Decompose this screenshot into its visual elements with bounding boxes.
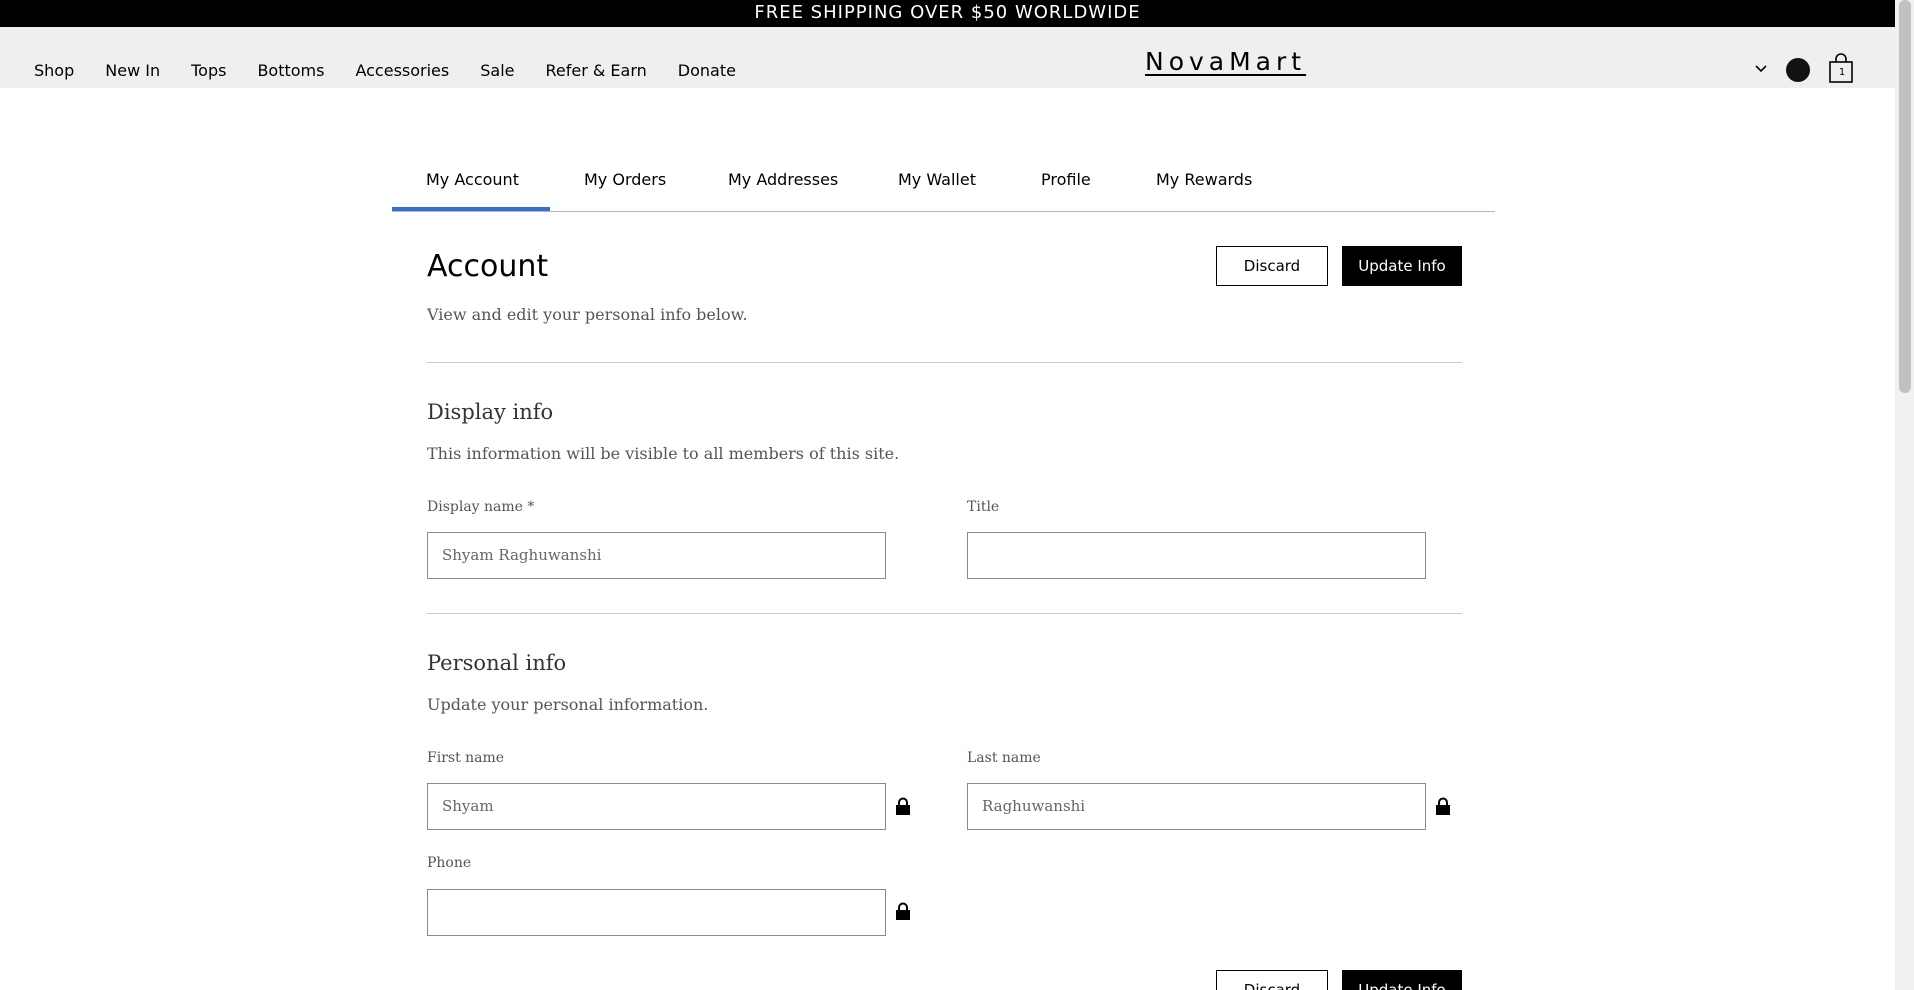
cart-count: 1 xyxy=(1838,67,1846,78)
active-tab-indicator xyxy=(392,207,550,211)
tab-my-rewards[interactable]: My Rewards xyxy=(1156,170,1252,189)
last-name-field[interactable]: Raghuwanshi xyxy=(967,783,1426,830)
discard-button-bottom[interactable]: Discard xyxy=(1216,970,1328,990)
tab-my-orders[interactable]: My Orders xyxy=(584,170,666,189)
lock-icon xyxy=(896,902,910,920)
discard-button[interactable]: Discard xyxy=(1216,246,1328,286)
nav-item-tops[interactable]: Tops xyxy=(191,61,226,81)
display-name-label: Display name * xyxy=(427,499,535,515)
phone-field[interactable] xyxy=(427,889,886,936)
tab-profile[interactable]: Profile xyxy=(1041,170,1091,189)
first-name-field[interactable]: Shyam xyxy=(427,783,886,830)
main-nav: Shop New In Tops Bottoms Accessories Sal… xyxy=(34,61,767,81)
site-header: Shop New In Tops Bottoms Accessories Sal… xyxy=(0,27,1895,88)
tab-my-wallet[interactable]: My Wallet xyxy=(898,170,976,189)
phone-label: Phone xyxy=(427,855,472,871)
section-divider xyxy=(427,362,1462,363)
personal-info-title: Personal info xyxy=(427,651,567,675)
tab-my-account[interactable]: My Account xyxy=(426,170,519,189)
lock-icon xyxy=(896,797,910,815)
display-name-field[interactable]: Shyam Raghuwanshi xyxy=(427,532,886,579)
title-field[interactable] xyxy=(967,532,1426,579)
announcement-bar: FREE SHIPPING OVER $50 WORLDWIDE xyxy=(0,0,1895,27)
account-tabs: My Account My Orders My Addresses My Wal… xyxy=(392,160,1495,212)
page-title: Account xyxy=(427,249,549,284)
nav-item-new-in[interactable]: New In xyxy=(105,61,160,81)
first-name-label: First name xyxy=(427,750,505,766)
nav-item-refer-earn[interactable]: Refer & Earn xyxy=(545,61,646,81)
last-name-label: Last name xyxy=(967,750,1041,766)
lock-icon xyxy=(1436,797,1450,815)
chevron-down-icon[interactable] xyxy=(1753,60,1769,76)
scrollbar-thumb[interactable] xyxy=(1899,0,1911,393)
title-label: Title xyxy=(967,499,1000,515)
nav-item-shop[interactable]: Shop xyxy=(34,61,74,81)
display-info-title: Display info xyxy=(427,400,554,424)
personal-info-description: Update your personal information. xyxy=(427,695,709,714)
nav-item-sale[interactable]: Sale xyxy=(480,61,514,81)
update-info-button-bottom[interactable]: Update Info xyxy=(1342,970,1462,990)
nav-item-accessories[interactable]: Accessories xyxy=(355,61,449,81)
display-info-description: This information will be visible to all … xyxy=(427,444,900,463)
nav-item-donate[interactable]: Donate xyxy=(678,61,736,81)
tab-my-addresses[interactable]: My Addresses xyxy=(728,170,838,189)
site-logo[interactable]: NovaMart xyxy=(1145,47,1306,76)
section-divider xyxy=(427,613,1462,614)
nav-item-bottoms[interactable]: Bottoms xyxy=(257,61,324,81)
update-info-button[interactable]: Update Info xyxy=(1342,246,1462,286)
avatar[interactable] xyxy=(1786,58,1810,82)
page-subtitle: View and edit your personal info below. xyxy=(427,305,748,324)
